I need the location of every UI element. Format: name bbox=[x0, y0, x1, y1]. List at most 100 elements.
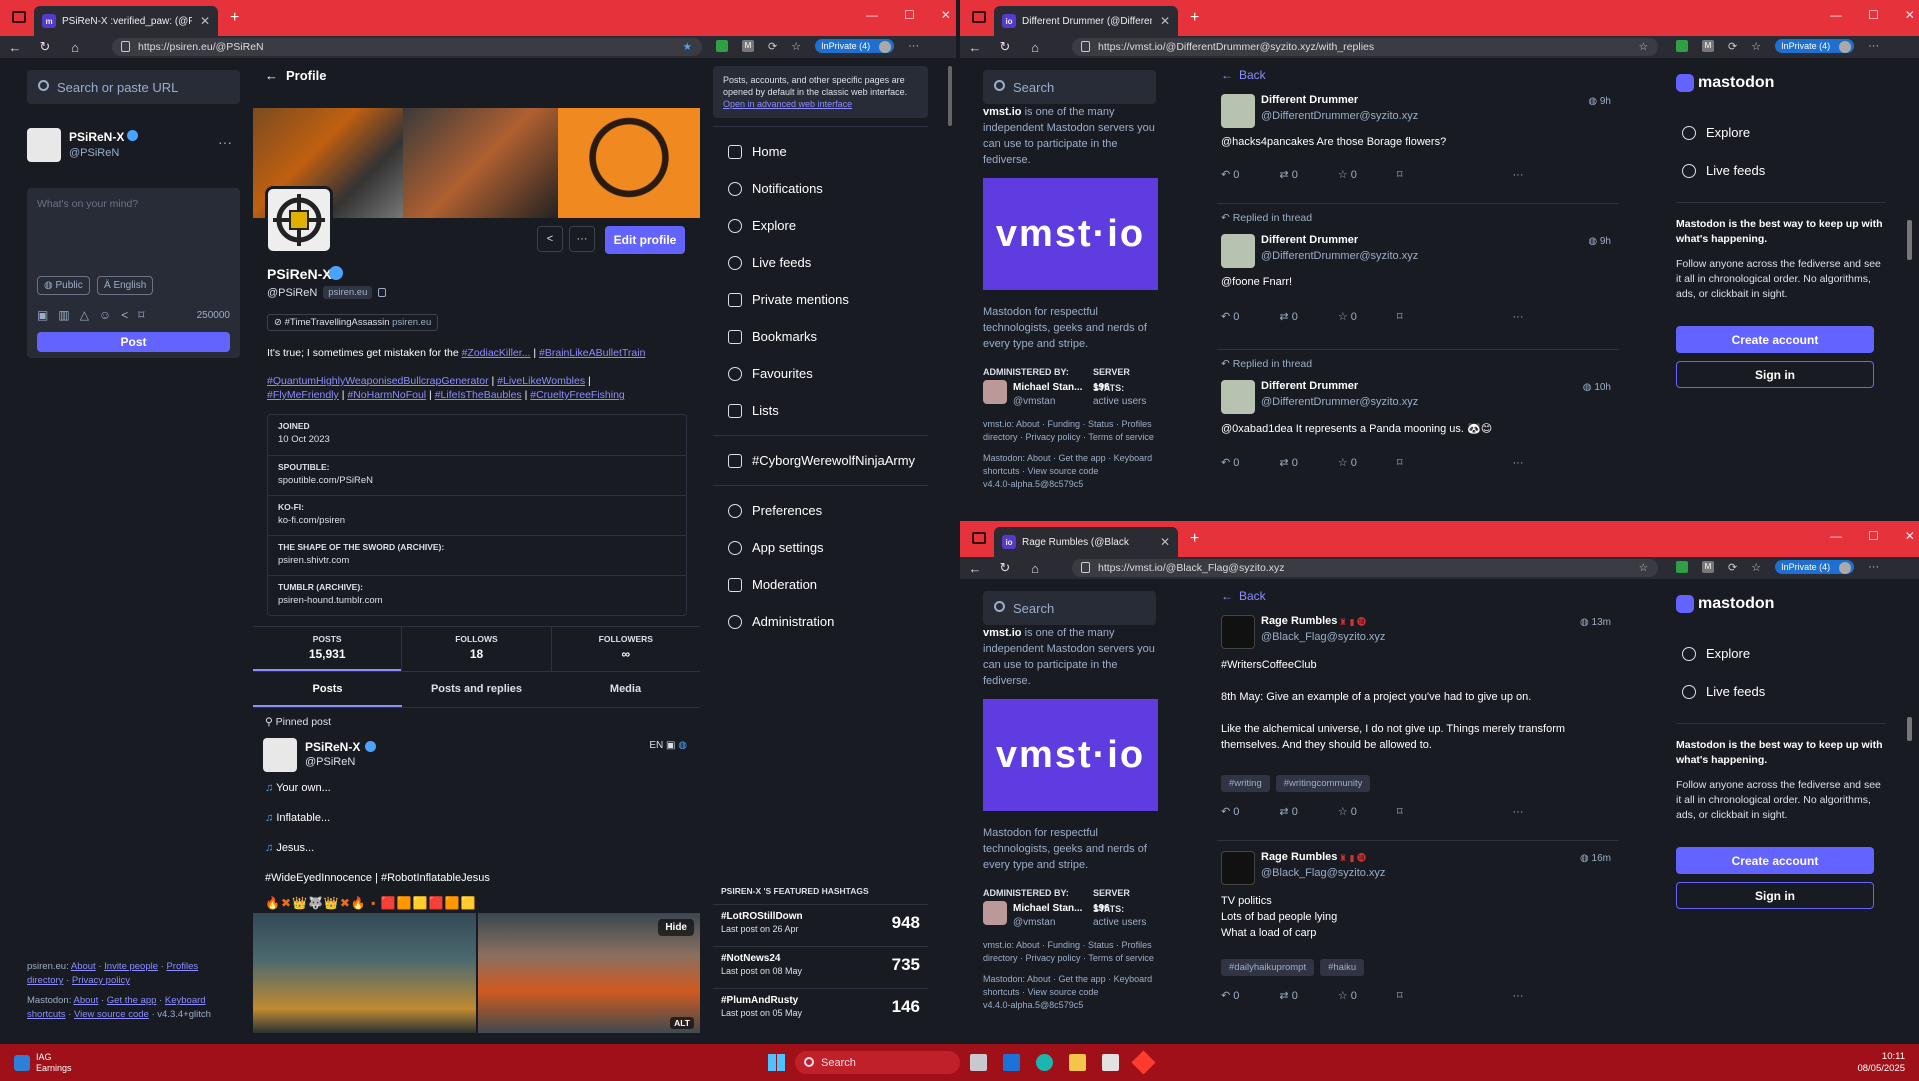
back-icon[interactable]: ← bbox=[0, 40, 30, 55]
refresh-icon[interactable]: ↻ bbox=[30, 39, 60, 55]
new-tab-button[interactable]: + bbox=[1190, 530, 1199, 548]
boost-button[interactable]: ⇄ 0 bbox=[1279, 456, 1297, 469]
search-input[interactable]: Search bbox=[983, 591, 1156, 625]
footer-privacy-link[interactable]: Privacy policy bbox=[72, 975, 130, 986]
nav-live-feeds[interactable]: Live feeds bbox=[1682, 152, 1765, 189]
reply-button[interactable]: ↶ 0 bbox=[1221, 310, 1239, 323]
status-author[interactable]: Rage Rumbles bbox=[1261, 851, 1337, 863]
bio-hashtag[interactable]: #NoHarmNoFoul bbox=[347, 389, 426, 401]
boost-button[interactable]: ⇄ 0 bbox=[1279, 805, 1297, 818]
warning-icon[interactable]: △ bbox=[80, 308, 89, 322]
scrollbar[interactable] bbox=[1907, 717, 1912, 741]
status-author[interactable]: Different Drummer bbox=[1261, 234, 1358, 246]
scrollbar[interactable] bbox=[948, 66, 952, 126]
hashtag-chip[interactable]: #dailyhaikuprompt bbox=[1221, 959, 1315, 976]
bookmark-button[interactable]: ⌑ bbox=[1397, 989, 1403, 1002]
server-links[interactable]: vmst.io: About · Funding · Status · Prof… bbox=[983, 939, 1158, 965]
avatar[interactable] bbox=[1221, 234, 1255, 268]
extensions-icon[interactable]: ⟳ bbox=[768, 40, 777, 53]
close-window-icon[interactable]: ✕ bbox=[1905, 8, 1915, 22]
featured-item[interactable]: #NotNews24 Last post on 08 May 735 bbox=[713, 946, 928, 988]
nav-bookmarks[interactable]: Bookmarks bbox=[728, 318, 928, 355]
favorites-icon[interactable]: ☆ bbox=[791, 40, 801, 53]
boost-button[interactable]: ⇄ 0 bbox=[1279, 168, 1297, 181]
minimize-icon[interactable]: — bbox=[866, 8, 878, 22]
nav-lists[interactable]: Lists bbox=[728, 392, 928, 429]
field-value[interactable]: spoutible.com/PSiReN bbox=[278, 475, 676, 486]
maximize-icon[interactable]: ☐ bbox=[904, 8, 915, 22]
back-button[interactable]: ← Back bbox=[1217, 579, 1619, 613]
featured-tag-badge[interactable]: ⊘ #TimeTravellingAssassin psiren.eu bbox=[267, 314, 439, 331]
back-icon[interactable]: ← bbox=[960, 40, 990, 55]
hashtag-chip[interactable]: #writing bbox=[1221, 775, 1270, 792]
nav-explore[interactable]: Explore bbox=[1682, 114, 1750, 151]
close-tab-icon[interactable]: ✕ bbox=[200, 14, 210, 28]
status-time[interactable]: ◍ 9h bbox=[1588, 96, 1611, 107]
search-input[interactable]: Search bbox=[983, 70, 1156, 104]
nav-notifications[interactable]: Notifications bbox=[728, 170, 928, 207]
extension-check-icon[interactable] bbox=[1676, 561, 1688, 573]
nav-moderation[interactable]: Moderation bbox=[728, 566, 928, 603]
more-button[interactable]: ··· bbox=[1513, 169, 1524, 181]
inprivate-badge[interactable]: InPrivate (4) bbox=[1775, 560, 1855, 574]
avatar[interactable] bbox=[1221, 380, 1255, 414]
admin-avatar[interactable] bbox=[983, 380, 1007, 404]
extensions-icon[interactable]: ⟳ bbox=[1728, 40, 1737, 53]
search-input[interactable]: Search or paste URL bbox=[27, 70, 240, 104]
inprivate-badge[interactable]: InPrivate (4) bbox=[1775, 39, 1855, 53]
footer-m-about-link[interactable]: About bbox=[74, 995, 99, 1006]
close-tab-icon[interactable]: ✕ bbox=[1160, 14, 1170, 28]
bio-hashtag[interactable]: #ZodiacKiller... bbox=[462, 347, 531, 359]
stat-posts[interactable]: POSTS 15,931 bbox=[253, 627, 402, 671]
url-bar[interactable]: https://vmst.io/@Black_Flag@syzito.xyz ☆ bbox=[1072, 559, 1658, 577]
field-value[interactable]: ko-fi.com/psiren bbox=[278, 515, 676, 526]
avatar[interactable] bbox=[263, 738, 297, 772]
bookmark-icon[interactable]: ⌑ bbox=[138, 308, 144, 322]
new-tab-button[interactable]: + bbox=[230, 9, 239, 27]
extension-m-icon[interactable]: M bbox=[1702, 40, 1714, 52]
avatar[interactable] bbox=[1221, 94, 1255, 128]
refresh-icon[interactable]: ↻ bbox=[990, 39, 1020, 55]
nav-hashtag[interactable]: #CyborgWerewolfNinjaArmy bbox=[728, 442, 928, 479]
nav-live-feeds[interactable]: Live feeds bbox=[728, 244, 928, 281]
poll-icon[interactable]: ▥ bbox=[58, 308, 69, 322]
emoji-icon[interactable]: ☺ bbox=[99, 308, 111, 322]
profile-avatar[interactable] bbox=[265, 186, 333, 254]
url-bar[interactable]: https://psiren.eu/@PSiReN ★ bbox=[112, 38, 702, 56]
nav-explore[interactable]: Explore bbox=[1682, 635, 1750, 672]
url-bar[interactable]: https://vmst.io/@DifferentDrummer@syzito… bbox=[1072, 38, 1658, 56]
tab-media[interactable]: Media bbox=[551, 672, 700, 707]
nav-favourites[interactable]: Favourites bbox=[728, 355, 928, 392]
favourite-button[interactable]: ☆ 0 bbox=[1338, 989, 1357, 1002]
status-tags[interactable]: #WideEyedInnocence | #RobotInflatableJes… bbox=[265, 872, 490, 884]
minimize-icon[interactable]: — bbox=[1830, 8, 1842, 22]
bookmark-button[interactable]: ⌑ bbox=[1397, 310, 1403, 323]
status-author[interactable]: PSiReN-X bbox=[305, 740, 360, 754]
mastodon-links[interactable]: Mastodon: About · Get the app · Keyboard… bbox=[983, 973, 1158, 999]
mastodon-logo[interactable]: mastodon bbox=[1676, 595, 1774, 613]
favourite-button[interactable]: ☆ 0 bbox=[1338, 805, 1357, 818]
hide-media-button[interactable]: Hide bbox=[658, 919, 694, 936]
red-app-icon[interactable] bbox=[1131, 1050, 1156, 1075]
close-window-icon[interactable]: ✕ bbox=[1905, 529, 1915, 543]
status-time[interactable]: ◍ 13m bbox=[1580, 617, 1611, 628]
media-image-1[interactable] bbox=[253, 913, 476, 1033]
extension-check-icon[interactable] bbox=[1676, 40, 1688, 52]
status[interactable]: Rage Rumbles ♜ ▮ ⓲ @Black_Flag@syzito.xy… bbox=[1217, 613, 1619, 841]
stat-follows[interactable]: FOLLOWS 18 bbox=[401, 627, 550, 671]
bio-hashtag[interactable]: #QuantumHighlyWeaponisedBullcrapGenerato… bbox=[267, 375, 489, 387]
window-menu-icon[interactable] bbox=[972, 11, 986, 23]
create-account-button[interactable]: Create account bbox=[1676, 847, 1874, 874]
refresh-icon[interactable]: ↻ bbox=[990, 560, 1020, 576]
home-icon[interactable]: ⌂ bbox=[1020, 40, 1050, 55]
status-author[interactable]: Rage Rumbles bbox=[1261, 615, 1337, 627]
inprivate-badge[interactable]: InPrivate (4) bbox=[815, 39, 895, 53]
avatar[interactable] bbox=[1221, 615, 1255, 649]
alt-badge[interactable]: ALT bbox=[670, 1017, 694, 1029]
status[interactable]: ↶ Replied in thread Different Drummer @D… bbox=[1217, 350, 1619, 496]
footer-invite-link[interactable]: Invite people bbox=[104, 961, 158, 972]
image-icon[interactable]: ▣ bbox=[37, 308, 48, 322]
window-menu-icon[interactable] bbox=[12, 11, 26, 23]
hashtag-chip[interactable]: #haiku bbox=[1320, 959, 1365, 976]
bio-hashtag[interactable]: #CrueltyFreeFishing bbox=[530, 389, 625, 401]
